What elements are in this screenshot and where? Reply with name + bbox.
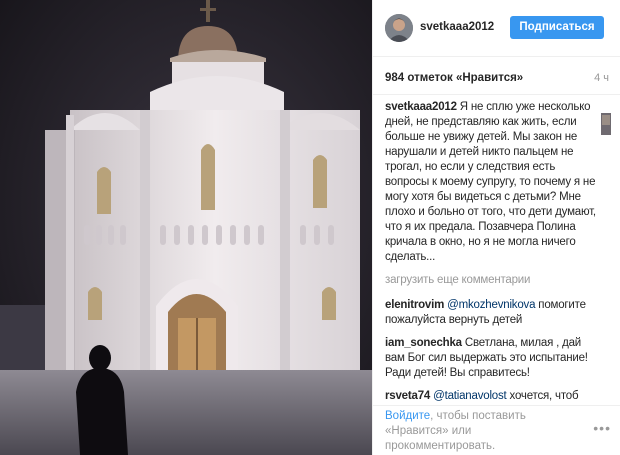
caption-username[interactable]: svetkaaa2012: [385, 101, 457, 113]
post-header: svetkaaa2012 Подписаться: [373, 0, 620, 57]
comment-item: rsveta74 @tatianavolost хочется, чтоб пр…: [385, 389, 597, 405]
comment-mention[interactable]: @mkozhevnikova: [447, 299, 535, 311]
comment-item: elenitrovim @mkozhevnikova помогите пожа…: [385, 298, 597, 328]
post-footer: Войдите, чтобы поставить «Нравится» или …: [373, 405, 620, 455]
follow-button[interactable]: Подписаться: [510, 16, 604, 39]
avatar[interactable]: [385, 14, 413, 42]
login-prompt: Войдите, чтобы поставить «Нравится» или …: [385, 409, 575, 454]
post-photo[interactable]: [0, 0, 372, 455]
caption: svetkaaa2012 Я не сплю уже несколько дне…: [385, 100, 597, 265]
comments-list: svetkaaa2012 Я не сплю уже несколько дне…: [385, 100, 597, 405]
comment-username[interactable]: elenitrovim: [385, 299, 444, 311]
post-time[interactable]: 4 ч: [594, 72, 609, 84]
comment-mention[interactable]: @tatianavolost: [433, 390, 507, 402]
instagram-post: svetkaaa2012 Подписаться 984 отметок «Нр…: [0, 0, 620, 455]
load-more-comments-link[interactable]: загрузить еще комментарии: [385, 273, 597, 288]
caption-text: Я не сплю уже несколько дней, не предста…: [385, 101, 596, 263]
church-night-image: [0, 0, 372, 455]
comment-username[interactable]: rsveta74: [385, 390, 430, 402]
comment-item: iam_sonechka Светлана, милая , дай вам Б…: [385, 336, 597, 381]
more-options-icon[interactable]: •••: [593, 420, 611, 436]
login-link[interactable]: Войдите: [385, 410, 430, 422]
header-username[interactable]: svetkaaa2012: [420, 21, 494, 33]
post-sidebar: svetkaaa2012 Подписаться 984 отметок «Нр…: [372, 0, 620, 455]
likes-count[interactable]: 984 отметок «Нравится»: [385, 72, 523, 84]
user-avatar-icon: [385, 14, 413, 42]
scroll-thumb-icon[interactable]: [601, 113, 611, 135]
likes-row: 984 отметок «Нравится» 4 ч: [373, 57, 620, 95]
comment-username[interactable]: iam_sonechka: [385, 337, 462, 349]
